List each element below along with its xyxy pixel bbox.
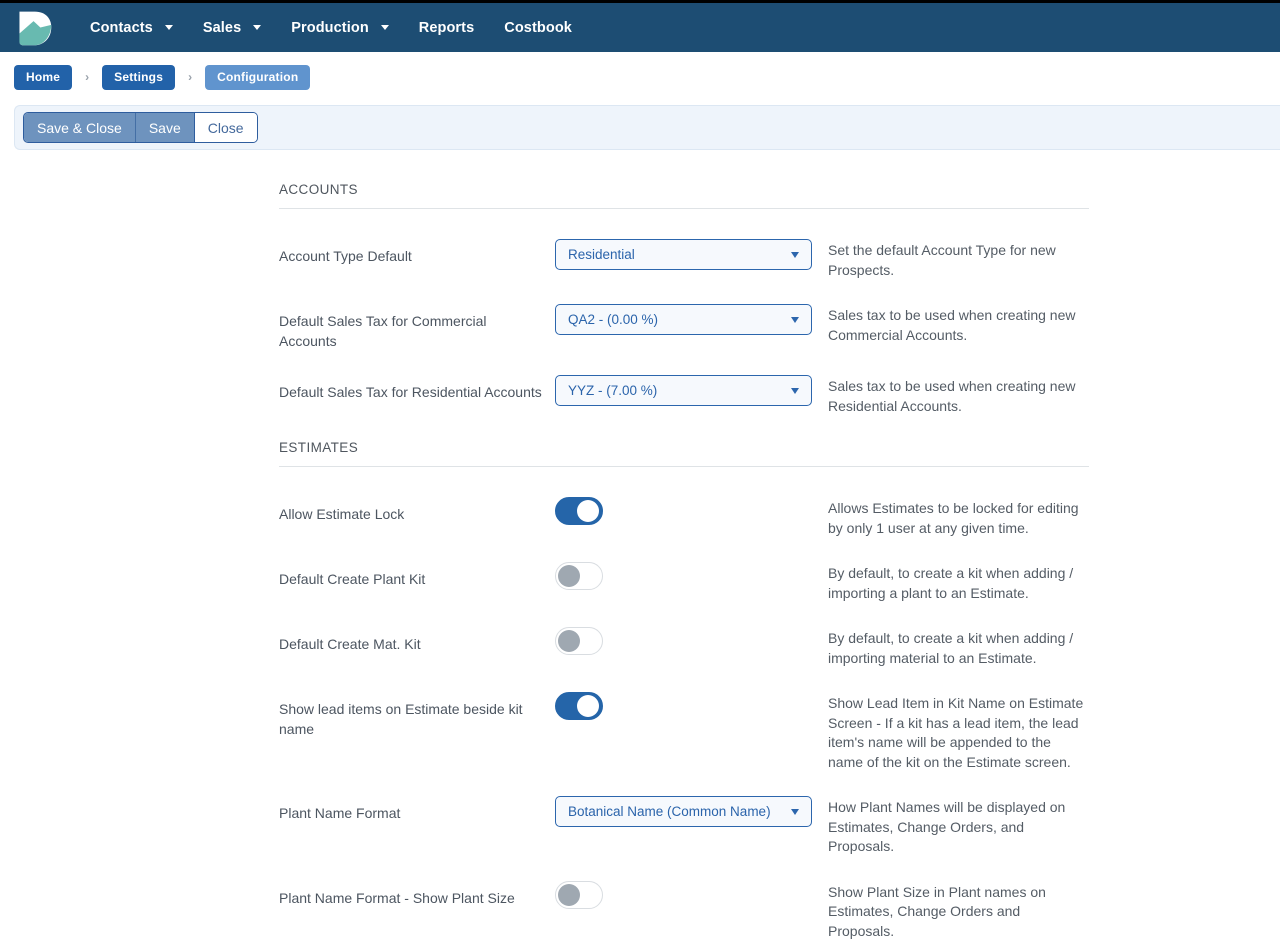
- toggle-knob: [558, 630, 580, 652]
- top-navbar: Contacts Sales Production Reports Costbo…: [0, 3, 1280, 52]
- configuration-form: ACCOUNTS Account Type Default Residentia…: [279, 182, 1089, 941]
- allow-estimate-lock-toggle[interactable]: [555, 497, 603, 525]
- setting-row-account-type-default: Account Type Default Residential Set the…: [279, 239, 1089, 280]
- section-title: ACCOUNTS: [279, 182, 1089, 209]
- breadcrumb-separator: ›: [85, 70, 89, 84]
- setting-row-residential-sales-tax: Default Sales Tax for Residential Accoun…: [279, 375, 1089, 416]
- setting-help: Sales tax to be used when creating new C…: [828, 304, 1089, 351]
- chevron-down-icon: [381, 25, 389, 30]
- setting-label: Default Create Plant Kit: [279, 562, 555, 603]
- chevron-down-icon: [791, 317, 799, 323]
- nav-item-production[interactable]: Production: [291, 20, 389, 36]
- nav-item-costbook[interactable]: Costbook: [504, 20, 572, 36]
- breadcrumb-home[interactable]: Home: [14, 65, 72, 90]
- breadcrumb-configuration[interactable]: Configuration: [205, 65, 310, 90]
- chevron-down-icon: [791, 809, 799, 815]
- breadcrumb-settings[interactable]: Settings: [102, 65, 175, 90]
- setting-row-allow-estimate-lock: Allow Estimate Lock Allows Estimates to …: [279, 497, 1089, 538]
- residential-sales-tax-select[interactable]: YYZ - (7.00 %): [555, 375, 812, 406]
- toggle-knob: [558, 884, 580, 906]
- commercial-sales-tax-select[interactable]: QA2 - (0.00 %): [555, 304, 812, 335]
- main-menu: Contacts Sales Production Reports Costbo…: [90, 20, 572, 36]
- section-title: ESTIMATES: [279, 440, 1089, 467]
- chevron-down-icon: [165, 25, 173, 30]
- setting-label: Show lead items on Estimate beside kit n…: [279, 692, 555, 772]
- default-create-mat-kit-toggle[interactable]: [555, 627, 603, 655]
- setting-help: Allows Estimates to be locked for editin…: [828, 497, 1089, 538]
- setting-help: By default, to create a kit when adding …: [828, 562, 1089, 603]
- setting-row-default-create-mat-kit: Default Create Mat. Kit By default, to c…: [279, 627, 1089, 668]
- plant-name-format-select[interactable]: Botanical Name (Common Name): [555, 796, 812, 827]
- setting-row-show-plant-size: Plant Name Format - Show Plant Size Show…: [279, 881, 1089, 941]
- section-accounts: ACCOUNTS Account Type Default Residentia…: [279, 182, 1089, 416]
- breadcrumb: Home › Settings › Configuration: [14, 64, 1280, 90]
- show-plant-size-toggle[interactable]: [555, 881, 603, 909]
- section-estimates: ESTIMATES Allow Estimate Lock Allows Est…: [279, 440, 1089, 941]
- account-type-default-select[interactable]: Residential: [555, 239, 812, 270]
- setting-row-show-lead-items: Show lead items on Estimate beside kit n…: [279, 692, 1089, 772]
- toggle-knob: [558, 565, 580, 587]
- toggle-knob: [577, 500, 599, 522]
- setting-help: Sales tax to be used when creating new R…: [828, 375, 1089, 416]
- toggle-knob: [577, 695, 599, 717]
- setting-label: Default Sales Tax for Commercial Account…: [279, 304, 555, 351]
- setting-row-commercial-sales-tax: Default Sales Tax for Commercial Account…: [279, 304, 1089, 351]
- nav-item-contacts[interactable]: Contacts: [90, 20, 173, 36]
- setting-label: Default Create Mat. Kit: [279, 627, 555, 668]
- setting-help: Show Plant Size in Plant names on Estima…: [828, 881, 1089, 941]
- setting-label: Account Type Default: [279, 239, 555, 280]
- chevron-down-icon: [791, 252, 799, 258]
- action-toolbar: Save & Close Save Close: [14, 105, 1280, 150]
- save-and-close-button[interactable]: Save & Close: [24, 113, 135, 142]
- save-button[interactable]: Save: [135, 113, 194, 142]
- setting-help: Set the default Account Type for new Pro…: [828, 239, 1089, 280]
- toolbar-button-group: Save & Close Save Close: [23, 112, 258, 143]
- nav-item-reports[interactable]: Reports: [419, 20, 475, 36]
- setting-row-plant-name-format: Plant Name Format Botanical Name (Common…: [279, 796, 1089, 857]
- setting-help: How Plant Names will be displayed on Est…: [828, 796, 1089, 857]
- default-create-plant-kit-toggle[interactable]: [555, 562, 603, 590]
- setting-label: Plant Name Format - Show Plant Size: [279, 881, 555, 941]
- breadcrumb-separator: ›: [188, 70, 192, 84]
- setting-row-default-create-plant-kit: Default Create Plant Kit By default, to …: [279, 562, 1089, 603]
- close-button[interactable]: Close: [194, 113, 257, 142]
- chevron-down-icon: [791, 388, 799, 394]
- setting-help: By default, to create a kit when adding …: [828, 627, 1089, 668]
- setting-label: Default Sales Tax for Residential Accoun…: [279, 375, 555, 416]
- nav-item-sales[interactable]: Sales: [203, 20, 261, 36]
- chevron-down-icon: [253, 25, 261, 30]
- setting-label: Plant Name Format: [279, 796, 555, 857]
- show-lead-items-toggle[interactable]: [555, 692, 603, 720]
- app-logo[interactable]: [14, 8, 54, 48]
- setting-label: Allow Estimate Lock: [279, 497, 555, 538]
- setting-help: Show Lead Item in Kit Name on Estimate S…: [828, 692, 1089, 772]
